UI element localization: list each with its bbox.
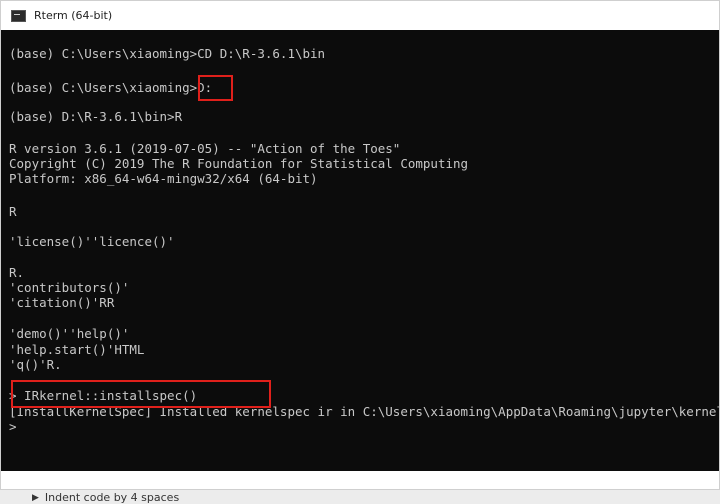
console-line: 'license()''licence()' — [9, 234, 175, 249]
highlight-box-drive-command — [198, 75, 233, 101]
console-line: (base) C:\Users\xiaoming>CD D:\R-3.6.1\b… — [9, 46, 326, 61]
indent-code-option[interactable]: ▶ Indent code by 4 spaces — [32, 491, 179, 504]
console-line: 'help.start()'HTML — [9, 342, 145, 357]
console-line: 'contributors()' — [9, 280, 130, 295]
triangle-right-icon: ▶ — [32, 492, 39, 503]
console-line: 'demo()''help()' — [9, 326, 130, 341]
console-line: R version 3.6.1 (2019-07-05) -- "Action … — [9, 141, 401, 156]
title-bar[interactable]: Rterm (64-bit) — [1, 1, 719, 30]
rterm-window[interactable]: Rterm (64-bit) (base) C:\Users\xiaoming>… — [0, 0, 720, 490]
window-title: Rterm (64-bit) — [34, 9, 113, 22]
console-line: 'q()'R. — [9, 357, 62, 372]
console-prompt[interactable]: > — [9, 419, 17, 434]
console-output[interactable]: (base) C:\Users\xiaoming>CD D:\R-3.6.1\b… — [1, 30, 719, 471]
status-strip — [1, 471, 719, 489]
console-line: Platform: x86_64-w64-mingw32/x64 (64-bit… — [9, 171, 318, 186]
console-line: 'citation()'RR — [9, 295, 115, 310]
console-line: (base) D:\R-3.6.1\bin>R — [9, 109, 183, 124]
terminal-icon — [11, 9, 26, 22]
console-line: (base) C:\Users\xiaoming>D: — [9, 80, 213, 95]
console-line: Copyright (C) 2019 The R Foundation for … — [9, 156, 469, 171]
indent-code-label: Indent code by 4 spaces — [44, 491, 180, 504]
highlight-box-installspec-command — [11, 380, 271, 408]
console-line: R — [9, 204, 17, 219]
console-line: R. — [9, 265, 25, 280]
